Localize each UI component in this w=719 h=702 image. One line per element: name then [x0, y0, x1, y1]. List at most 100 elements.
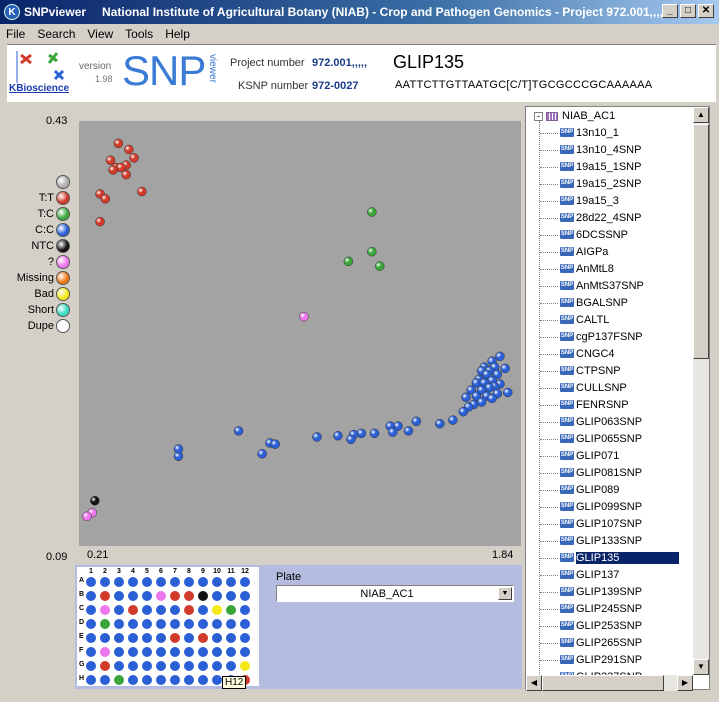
data-point[interactable]: [495, 351, 505, 362]
plate-well[interactable]: [142, 577, 152, 587]
plate-well[interactable]: [86, 577, 96, 587]
data-point[interactable]: [500, 363, 510, 374]
tree-item[interactable]: SNP GLIP139SNP: [526, 584, 694, 601]
tree-item[interactable]: SNP AIGPa: [526, 244, 694, 261]
scroll-thumb[interactable]: [693, 124, 709, 359]
plate-well[interactable]: [184, 605, 194, 615]
tree-item[interactable]: SNP FENRSNP: [526, 397, 694, 414]
data-point[interactable]: [82, 511, 92, 522]
plate-well[interactable]: [100, 591, 110, 601]
plate-well[interactable]: [114, 633, 124, 643]
plate-well[interactable]: [114, 605, 124, 615]
data-point[interactable]: [333, 431, 343, 441]
data-point[interactable]: [270, 439, 280, 449]
chevron-down-icon[interactable]: ▼: [498, 587, 512, 600]
tree-item[interactable]: SNP CALTL: [526, 312, 694, 329]
plate-well[interactable]: [240, 647, 250, 657]
data-point[interactable]: [90, 495, 100, 506]
plate-well[interactable]: [114, 661, 124, 671]
plate-well[interactable]: [212, 647, 222, 657]
data-point[interactable]: [233, 426, 244, 436]
data-point[interactable]: [487, 393, 497, 404]
plate-well[interactable]: [156, 633, 166, 643]
tree-item[interactable]: SNP GLIP089: [526, 482, 694, 499]
plate-well[interactable]: [170, 591, 180, 601]
plate-well[interactable]: [212, 577, 222, 587]
plate-well[interactable]: [100, 577, 110, 587]
tree-item[interactable]: SNP CNGC4: [526, 346, 694, 363]
cluster-plot[interactable]: [79, 121, 521, 546]
tree-root[interactable]: - NIAB_AC1: [526, 108, 694, 125]
plate-well[interactable]: [86, 591, 96, 601]
plate-well[interactable]: [128, 591, 138, 601]
data-point[interactable]: [461, 392, 471, 403]
data-point[interactable]: [108, 165, 118, 175]
plate-well[interactable]: [212, 633, 222, 643]
data-point[interactable]: [124, 144, 134, 155]
data-point[interactable]: [411, 416, 422, 427]
plate-well[interactable]: [86, 675, 96, 685]
tree-item[interactable]: SNP cgP137FSNP: [526, 329, 694, 346]
plate-well[interactable]: [184, 577, 194, 587]
plate-well[interactable]: [170, 619, 180, 629]
plate-well[interactable]: [128, 661, 138, 671]
plate-well[interactable]: [240, 619, 250, 629]
data-point[interactable]: [113, 138, 124, 149]
plate-well[interactable]: [156, 605, 166, 615]
data-point[interactable]: [129, 153, 139, 163]
data-point[interactable]: [95, 216, 105, 227]
plate-well[interactable]: [142, 647, 152, 657]
tree-item[interactable]: SNP GLIP245SNP: [526, 601, 694, 618]
plate-well[interactable]: [212, 591, 222, 601]
scroll-right-icon[interactable]: ▶: [677, 675, 693, 691]
plate-well[interactable]: [240, 591, 250, 601]
tree-item[interactable]: SNP 6DCSSNP: [526, 227, 694, 244]
tree-item[interactable]: SNP CULLSNP: [526, 380, 694, 397]
plate-well[interactable]: [240, 661, 250, 671]
tree-item[interactable]: SNP GLIP081SNP: [526, 465, 694, 482]
plate-well[interactable]: [170, 647, 180, 657]
plate-well[interactable]: [240, 577, 250, 587]
data-point[interactable]: [299, 311, 309, 322]
plate-well[interactable]: [142, 675, 152, 685]
data-point[interactable]: [173, 444, 184, 454]
plate-well[interactable]: [142, 661, 152, 671]
plate-well[interactable]: [212, 619, 222, 629]
tree-item[interactable]: SNP GLIP253SNP: [526, 618, 694, 635]
plate-well[interactable]: [212, 675, 222, 685]
menu-file[interactable]: File: [0, 27, 31, 41]
data-point[interactable]: [367, 207, 377, 217]
data-point[interactable]: [403, 426, 414, 436]
plate-well[interactable]: [170, 577, 180, 587]
app-icon[interactable]: K: [4, 4, 20, 20]
scroll-thumb[interactable]: [542, 675, 664, 691]
plate-well[interactable]: [86, 633, 96, 643]
menu-search[interactable]: Search: [31, 27, 81, 41]
plate-well[interactable]: [100, 661, 110, 671]
legend-swatch[interactable]: [56, 223, 70, 237]
plate-well[interactable]: [128, 577, 138, 587]
legend-swatch[interactable]: [56, 175, 70, 189]
plate-well[interactable]: [198, 633, 208, 643]
data-point[interactable]: [137, 186, 147, 197]
tree-item[interactable]: SNP GLIP265SNP: [526, 635, 694, 652]
tree-item[interactable]: SNP GLIP065SNP: [526, 431, 694, 448]
data-point[interactable]: [435, 418, 445, 429]
tree-horizontal-scrollbar[interactable]: ◀ ▶: [526, 675, 693, 691]
legend-swatch[interactable]: [56, 287, 70, 301]
plate-well[interactable]: [198, 577, 208, 587]
plate-well[interactable]: [240, 605, 250, 615]
plate-well[interactable]: [156, 591, 166, 601]
plate-well[interactable]: [100, 647, 110, 657]
tree-item[interactable]: SNP 19a15_1SNP: [526, 159, 694, 176]
maximize-button[interactable]: □: [680, 4, 696, 18]
plate-well[interactable]: [212, 605, 222, 615]
plate-well[interactable]: [86, 619, 96, 629]
legend-swatch[interactable]: [56, 239, 70, 253]
plate-well[interactable]: [198, 605, 208, 615]
plate-well[interactable]: [226, 647, 236, 657]
plate-well[interactable]: [184, 633, 194, 643]
plate-well[interactable]: [156, 577, 166, 587]
close-button[interactable]: ✕: [698, 4, 714, 18]
menu-help[interactable]: Help: [159, 27, 196, 41]
